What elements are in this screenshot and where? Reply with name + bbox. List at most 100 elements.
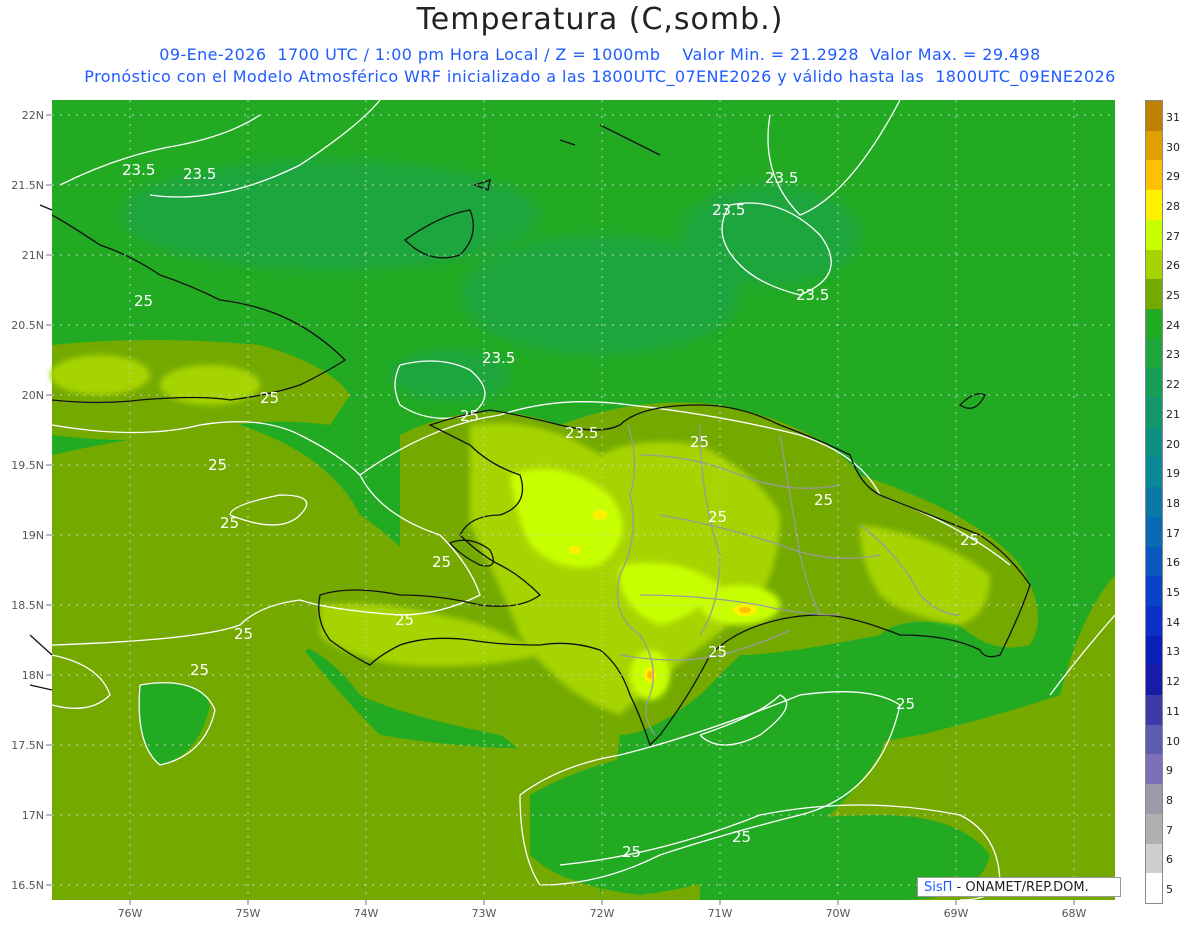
colorbar-label: 26	[1166, 259, 1180, 273]
contour-label: 25	[260, 389, 279, 407]
lon-label: 71W	[708, 907, 733, 920]
colorbar-bin	[1146, 873, 1162, 904]
contour-label: 25	[395, 611, 414, 629]
contour-label: 25	[814, 491, 833, 509]
colorbar-label: 6	[1166, 853, 1173, 867]
lat-label: 18.5N	[11, 599, 44, 612]
contour-label: 23.5	[122, 161, 155, 179]
contour-label: 25	[708, 643, 727, 661]
colorbar-bin	[1146, 635, 1162, 666]
colorbar-label: 5	[1166, 883, 1173, 897]
lat-label: 20.5N	[11, 319, 44, 332]
colorbar-label: 23	[1166, 348, 1180, 362]
lon-label: 68W	[1062, 907, 1087, 920]
lon-label: 69W	[944, 907, 969, 920]
lat-labels: 22N 21.5N 21N 20.5N 20N 19.5N 19N 18.5N …	[11, 109, 44, 892]
colorbar-bin	[1146, 130, 1162, 161]
colorbar-label: 17	[1166, 526, 1180, 540]
colorbar-bin	[1146, 279, 1162, 310]
lat-label: 17N	[22, 809, 44, 822]
colorbar-bin	[1146, 784, 1162, 815]
lon-label: 75W	[236, 907, 261, 920]
colorbar-label: 27	[1166, 229, 1180, 243]
colorbar-label: 28	[1166, 199, 1180, 213]
contour-label: 25	[208, 456, 227, 474]
colorbar-bin	[1146, 398, 1162, 429]
lat-label: 20N	[22, 389, 44, 402]
colorbar-label: 29	[1166, 170, 1180, 184]
contour-label: 23.5	[565, 424, 598, 442]
temperature-map: 22N 21.5N 21N 20.5N 20N 19.5N 19N 18.5N …	[11, 99, 1116, 920]
colorbar-bin	[1146, 487, 1162, 518]
lat-label: 18N	[22, 669, 44, 682]
colorbar-label: 21	[1166, 407, 1180, 421]
colorbar-bin	[1146, 190, 1162, 221]
colorbar-bin	[1146, 101, 1162, 131]
contour-label: 25	[220, 514, 239, 532]
lon-label: 74W	[354, 907, 379, 920]
colorbar-bin	[1146, 754, 1162, 785]
credit-text: - ONAMET/REP.DOM.	[952, 880, 1089, 895]
lat-label: 17.5N	[11, 739, 44, 752]
map-title: Temperatura (C,somb.)	[416, 2, 784, 37]
contour-label: 25	[896, 695, 915, 713]
subtitle-model-info: Pronóstico con el Modelo Atmosférico WRF…	[84, 67, 1116, 86]
colorbar-bin	[1146, 249, 1162, 280]
contour-label: 25	[190, 661, 209, 679]
lon-labels: 76W 75W 74W 73W 72W 71W 70W 69W 68W	[118, 907, 1087, 920]
colorbar-bin	[1146, 546, 1162, 577]
colorbar-bin	[1146, 576, 1162, 607]
credit-brand: SisΠ	[924, 880, 953, 895]
colorbar-bin	[1146, 605, 1162, 636]
colorbar-label: 9	[1166, 764, 1173, 778]
colorbar-label: 18	[1166, 496, 1180, 510]
contour-label: 25	[432, 553, 451, 571]
contour-label: 25	[732, 828, 751, 846]
lon-label: 76W	[118, 907, 143, 920]
colorbar-bin	[1146, 813, 1162, 844]
colorbar-label: 10	[1166, 734, 1180, 748]
lat-label: 21N	[22, 249, 44, 262]
colorbar-label: 30	[1166, 140, 1180, 154]
colorbar-label: 11	[1166, 704, 1180, 718]
colorbar-label: 20	[1166, 437, 1180, 451]
colorbar-bin	[1146, 338, 1162, 369]
colorbar-bin	[1146, 160, 1162, 191]
colorbar-label: 12	[1166, 675, 1180, 689]
colorbar-bin	[1146, 219, 1162, 250]
contour-label: 23.5	[796, 286, 829, 304]
colorbar-label: 15	[1166, 586, 1180, 600]
contour-label: 25	[460, 407, 479, 425]
lat-label: 19.5N	[11, 459, 44, 472]
lat-label: 22N	[22, 109, 44, 122]
lon-label: 72W	[590, 907, 615, 920]
credit-box: SisΠ - ONAMET/REP.DOM.	[917, 877, 1121, 897]
colorbar-label: 22	[1166, 378, 1180, 392]
colorbar-bin	[1146, 843, 1162, 874]
contour-label: 25	[708, 508, 727, 526]
colorbar	[1145, 100, 1163, 904]
contour-label: 25	[690, 433, 709, 451]
contour-label: 23.5	[482, 349, 515, 367]
colorbar-label: 31	[1166, 110, 1180, 124]
lon-label: 70W	[826, 907, 851, 920]
contour-label: 23.5	[183, 165, 216, 183]
lat-label: 19N	[22, 529, 44, 542]
colorbar-bin	[1146, 724, 1162, 755]
colorbar-bin	[1146, 516, 1162, 547]
colorbar-label: 25	[1166, 289, 1180, 303]
colorbar-bin	[1146, 665, 1162, 696]
contour-label: 23.5	[712, 201, 745, 219]
colorbar-label: 19	[1166, 467, 1180, 481]
lat-label: 21.5N	[11, 179, 44, 192]
colorbar-bin	[1146, 457, 1162, 488]
contour-label: 25	[960, 531, 979, 549]
colorbar-label: 24	[1166, 318, 1180, 332]
colorbar-label: 14	[1166, 615, 1180, 629]
colorbar-bin	[1146, 427, 1162, 458]
colorbar-bin	[1146, 368, 1162, 399]
lon-label: 73W	[472, 907, 497, 920]
lat-label: 16.5N	[11, 879, 44, 892]
contour-label: 23.5	[765, 169, 798, 187]
colorbar-bin	[1146, 695, 1162, 726]
